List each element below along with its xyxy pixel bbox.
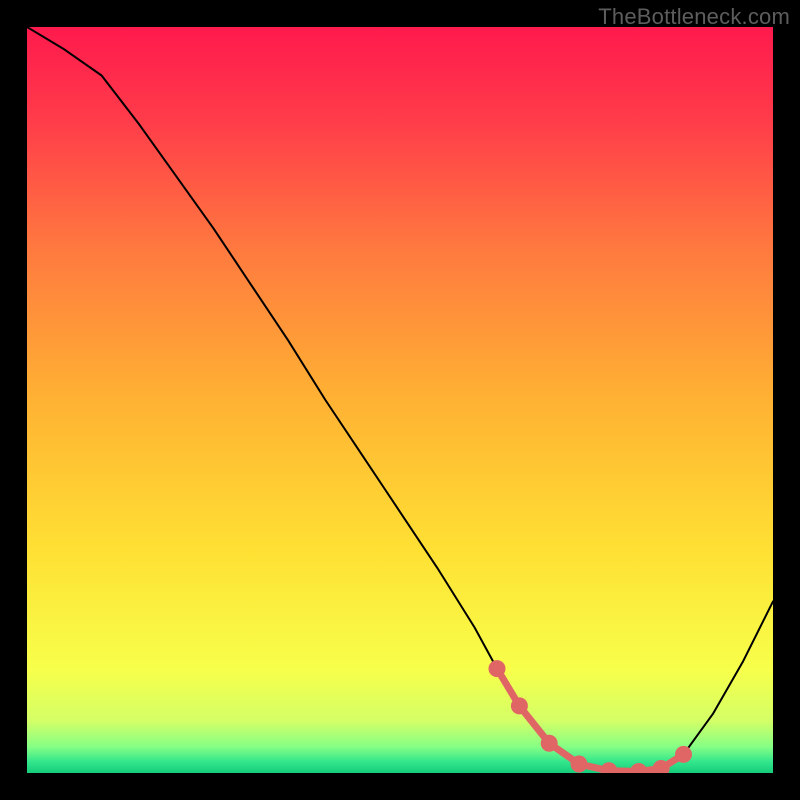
bottleneck-curve	[27, 27, 773, 772]
optimal-range-marker	[492, 664, 689, 773]
curve-layer	[27, 27, 773, 773]
plot-area	[27, 27, 773, 773]
watermark-text: TheBottleneck.com	[598, 4, 790, 30]
chart-frame: TheBottleneck.com	[0, 0, 800, 800]
